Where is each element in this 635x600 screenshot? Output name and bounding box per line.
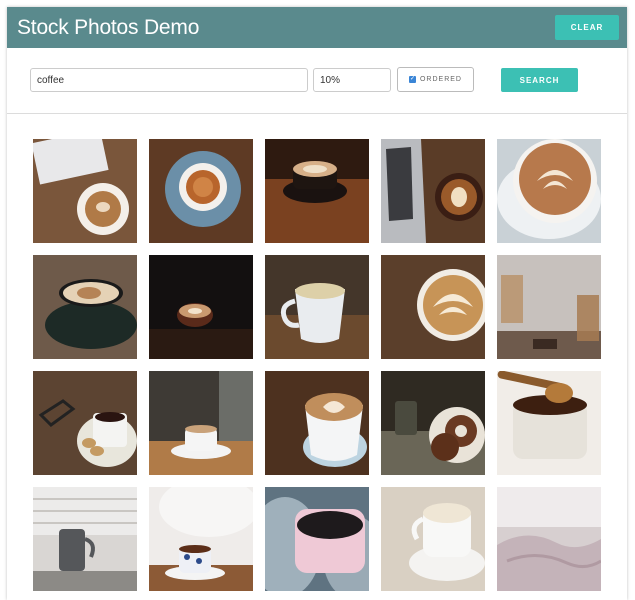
photo-tile[interactable]	[381, 371, 485, 475]
photo-tile[interactable]	[497, 487, 601, 591]
ordered-label: ORDERED	[419, 76, 462, 83]
photo-tile[interactable]	[381, 255, 485, 359]
photo-tile[interactable]	[149, 487, 253, 591]
photo-image	[381, 255, 485, 359]
photo-image	[381, 139, 485, 243]
photo-tile[interactable]	[33, 255, 137, 359]
photo-tile[interactable]	[381, 139, 485, 243]
photo-image	[265, 371, 369, 475]
search-button[interactable]: SEARCH	[501, 68, 578, 92]
photo-tile[interactable]	[149, 371, 253, 475]
photo-image	[497, 255, 601, 359]
page-title: Stock Photos Demo	[17, 16, 200, 39]
photo-tile[interactable]	[265, 371, 369, 475]
photo-image	[149, 371, 253, 475]
clear-button[interactable]: CLEAR	[555, 15, 619, 40]
percent-input[interactable]	[313, 68, 391, 92]
photo-tile[interactable]	[149, 255, 253, 359]
photo-tile[interactable]	[33, 139, 137, 243]
photo-image	[149, 139, 253, 243]
photo-tile[interactable]	[497, 255, 601, 359]
photo-image	[33, 487, 137, 591]
photo-image	[265, 255, 369, 359]
photo-image	[497, 371, 601, 475]
ordered-toggle[interactable]: ✓ ORDERED	[397, 67, 474, 92]
checkbox-checked-icon[interactable]: ✓	[408, 76, 416, 83]
photo-tile[interactable]	[149, 139, 253, 243]
photo-image	[33, 139, 137, 243]
photo-tile[interactable]	[33, 371, 137, 475]
photo-tile[interactable]	[265, 255, 369, 359]
photo-tile[interactable]	[33, 487, 137, 591]
photo-image	[33, 371, 137, 475]
photo-tile[interactable]	[497, 139, 601, 243]
photo-tile[interactable]	[497, 371, 601, 475]
photo-tile[interactable]	[265, 139, 369, 243]
photo-image	[149, 255, 253, 359]
search-query-input[interactable]	[30, 68, 308, 92]
photo-image	[497, 139, 601, 243]
photo-image	[149, 487, 253, 591]
app-header: Stock Photos Demo CLEAR	[7, 7, 627, 48]
photo-image	[265, 487, 369, 591]
photo-image	[381, 371, 485, 475]
photo-image	[33, 255, 137, 359]
photo-image	[497, 487, 601, 591]
photo-image	[381, 487, 485, 591]
photo-tile[interactable]	[265, 487, 369, 591]
search-toolbar: ✓ ORDERED SEARCH	[7, 48, 627, 114]
photo-tile[interactable]	[381, 487, 485, 591]
app-window: Stock Photos Demo CLEAR ✓ ORDERED SEARCH	[7, 7, 627, 600]
photo-image	[265, 139, 369, 243]
